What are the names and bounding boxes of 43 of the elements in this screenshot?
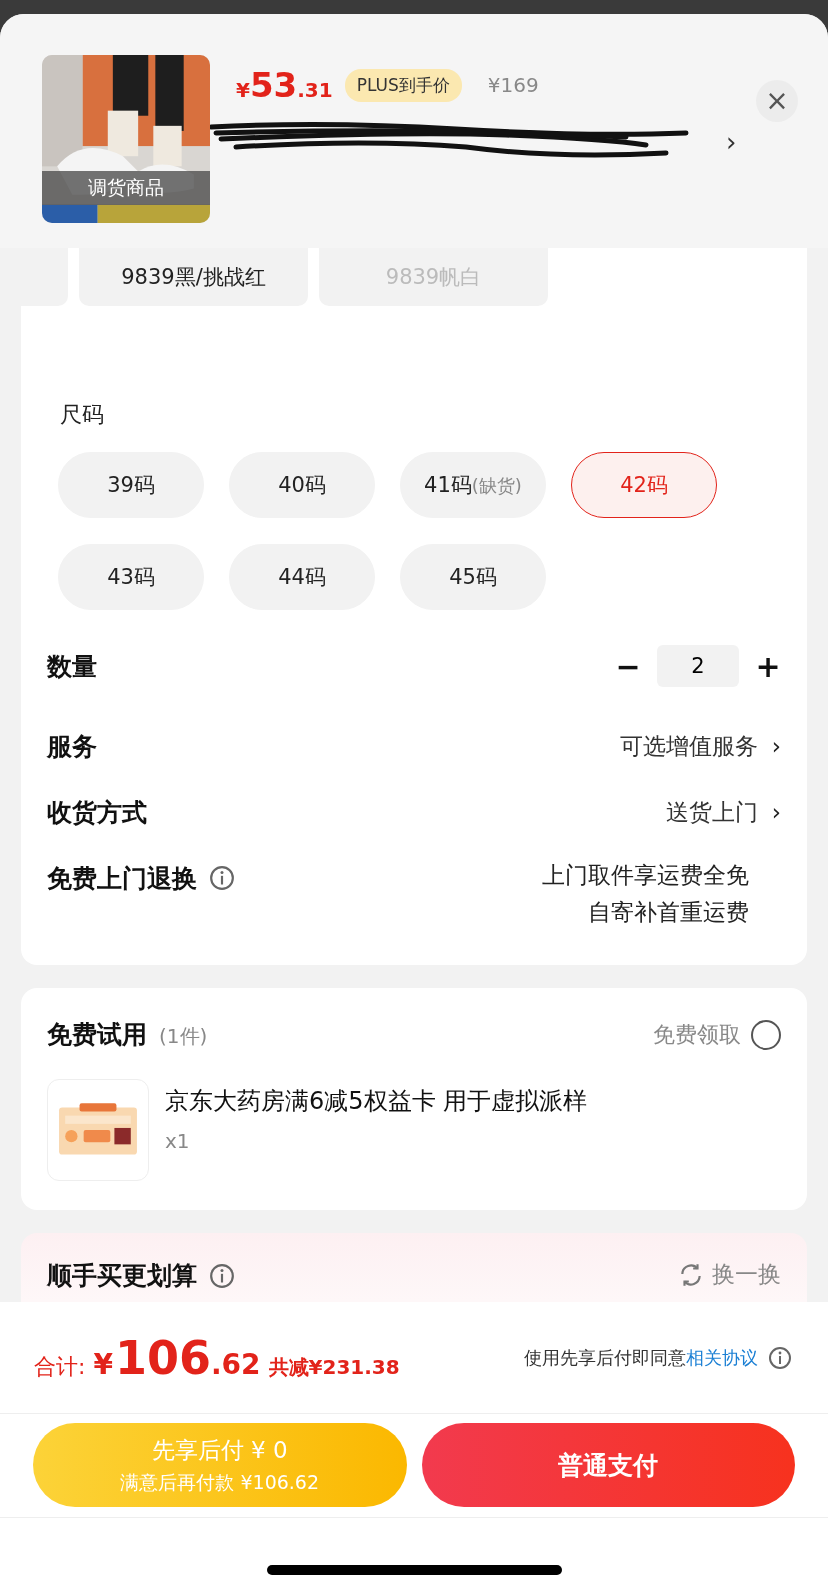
item-name: 京东大药房满6减5权益卡 用于虚拟派样 bbox=[165, 1086, 588, 1117]
claim-label: 免费领取 bbox=[653, 1020, 741, 1049]
claim-checkbox[interactable] bbox=[751, 1019, 781, 1050]
info-icon[interactable] bbox=[209, 865, 235, 891]
info-icon[interactable] bbox=[768, 1345, 792, 1370]
close-button[interactable]: × bbox=[756, 80, 798, 122]
row-value: 自寄补首重运费 bbox=[588, 898, 749, 927]
section-title: 尺码 bbox=[59, 401, 105, 429]
price: ¥53.31 bbox=[236, 65, 333, 105]
item-quantity: x1 bbox=[165, 1129, 191, 1153]
original-price: ¥169 bbox=[487, 73, 539, 97]
row-label: 服务 bbox=[47, 730, 97, 763]
refresh-icon[interactable] bbox=[678, 1261, 704, 1288]
total-price: ¥106.62 bbox=[93, 1330, 261, 1385]
row-label: 收货方式 bbox=[47, 796, 147, 829]
section-title: 免费试用 bbox=[47, 1019, 147, 1051]
chevron-icon[interactable]: › bbox=[726, 127, 737, 157]
plus-price-badge: PLUS到手价 bbox=[344, 68, 462, 102]
size-option[interactable]: 43码 bbox=[58, 544, 204, 610]
image-caption: 调货商品 bbox=[88, 175, 164, 200]
size-option[interactable]: 44码 bbox=[229, 544, 375, 610]
item-count: (1件) bbox=[159, 1023, 208, 1050]
size-option[interactable]: 39码 bbox=[58, 452, 204, 518]
minus-button[interactable]: − bbox=[615, 648, 641, 684]
plus-button[interactable]: + bbox=[755, 648, 781, 684]
row-label: 免费上门退换 bbox=[47, 862, 197, 895]
info-icon[interactable] bbox=[209, 1262, 235, 1289]
agreement-link[interactable]: 相关协议 bbox=[686, 1346, 758, 1368]
size-option[interactable]: 40码 bbox=[229, 452, 375, 518]
row-value-link[interactable]: 可选增值服务 › bbox=[619, 730, 781, 762]
row-label: 数量 bbox=[47, 650, 97, 683]
section-title: 顺手买更划算 bbox=[47, 1260, 197, 1292]
quantity-field[interactable]: 2 bbox=[657, 645, 739, 687]
discount-text: 共减¥231.38 bbox=[268, 1353, 400, 1381]
color-option[interactable]: 9839黑/挑战红 bbox=[79, 248, 308, 306]
size-option[interactable]: 45码 bbox=[400, 544, 546, 610]
agreement-text: 使用先享后付即同意相关协议 bbox=[524, 1345, 758, 1370]
size-option[interactable]: 41码(缺货) bbox=[400, 452, 546, 518]
row-value-link[interactable]: 送货上门 › bbox=[665, 796, 781, 828]
row-value: 上门取件享运费全免 bbox=[542, 861, 749, 890]
pay-button[interactable]: 普通支付 bbox=[421, 1423, 795, 1507]
total-label: 合计: bbox=[34, 1352, 86, 1381]
size-option[interactable]: 42码 bbox=[571, 452, 717, 518]
